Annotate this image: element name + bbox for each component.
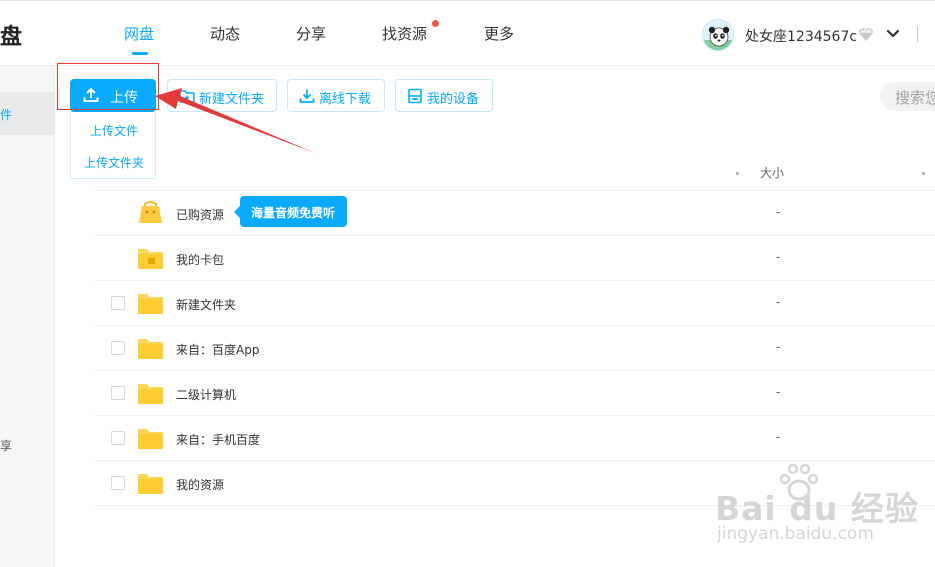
row-checkbox[interactable] — [111, 341, 125, 355]
nav-tab-activity[interactable]: 动态 — [210, 23, 240, 44]
file-size: - — [776, 295, 781, 309]
file-name[interactable]: 我的资源 — [176, 476, 224, 493]
active-tab-indicator — [132, 52, 148, 55]
sidebar-item-label[interactable]: 件 — [0, 106, 12, 123]
vip-diamond-icon[interactable] — [858, 27, 874, 42]
username[interactable]: 处女座1234567c — [745, 26, 857, 46]
file-name[interactable]: 二级计算机 — [176, 386, 236, 403]
folder-icon — [138, 474, 163, 494]
column-handle-dot — [736, 172, 739, 175]
file-size: - — [776, 430, 781, 444]
my-devices-button[interactable]: 我的设备 — [395, 79, 493, 112]
upload-button[interactable]: 上传 — [70, 79, 156, 112]
file-row[interactable]: 我的资源 — [95, 460, 935, 505]
row-checkbox[interactable] — [111, 476, 125, 490]
file-row[interactable]: 来自：百度App - — [95, 325, 935, 370]
free-audio-tooltip: 海量音频免费听 — [234, 196, 347, 227]
table-divider — [95, 505, 935, 506]
folder-icon — [138, 429, 163, 449]
panda-avatar-icon — [703, 26, 733, 50]
file-row[interactable]: 二级计算机 - — [95, 370, 935, 415]
file-size: - — [776, 385, 781, 399]
upload-folder-option[interactable]: 上传文件夹 — [71, 154, 157, 171]
my-devices-label: 我的设备 — [427, 92, 480, 107]
app-window: 盘 网盘 动态 分享 找资源 更多 处女座1234567c 件 享 上传 新建文… — [0, 0, 935, 567]
file-row-purchased-resources[interactable]: 已购资源 - — [95, 190, 935, 235]
left-sidebar — [0, 66, 55, 567]
upload-dropdown-menu: 上传文件 上传文件夹 — [70, 112, 156, 179]
offline-download-button[interactable]: 离线下载 — [287, 79, 385, 112]
folder-icon — [138, 339, 163, 359]
file-list: 已购资源 - 我的卡包 - 新建文件夹 - 来自：百度App - 二级计算机 -… — [95, 190, 935, 505]
folder-icon — [138, 384, 163, 404]
row-checkbox[interactable] — [111, 431, 125, 445]
avatar[interactable] — [702, 19, 734, 51]
chevron-down-icon[interactable] — [886, 28, 900, 40]
notification-dot — [432, 20, 439, 27]
purchased-resources-icon — [139, 201, 162, 223]
file-size: - — [776, 205, 781, 219]
upload-button-label: 上传 — [110, 90, 138, 106]
new-folder-label: 新建文件夹 — [199, 92, 265, 107]
nav-tab-more[interactable]: 更多 — [484, 23, 514, 44]
folder-icon — [138, 294, 163, 314]
row-checkbox[interactable] — [111, 296, 125, 310]
file-name[interactable]: 来自：手机百度 — [176, 431, 260, 448]
file-name[interactable]: 我的卡包 — [176, 251, 224, 268]
file-name[interactable]: 已购资源 — [176, 206, 224, 223]
file-row-card-wallet[interactable]: 我的卡包 - — [95, 235, 935, 280]
nav-tab-netdisk[interactable]: 网盘 — [124, 23, 154, 44]
search-input[interactable]: 搜索您 — [880, 82, 935, 111]
file-name[interactable]: 新建文件夹 — [176, 296, 236, 313]
file-size: - — [776, 250, 781, 264]
size-column-header[interactable]: 大小 — [760, 164, 784, 181]
file-size: - — [776, 340, 781, 354]
new-folder-icon — [179, 90, 195, 103]
nav-tab-share[interactable]: 分享 — [296, 23, 326, 44]
device-icon — [408, 88, 422, 104]
file-name[interactable]: 来自：百度App — [176, 341, 259, 358]
file-row[interactable]: 来自：手机百度 - — [95, 415, 935, 460]
brand-logo[interactable]: 盘 — [0, 19, 22, 51]
upload-icon — [83, 88, 99, 102]
file-row[interactable]: 新建文件夹 - — [95, 280, 935, 325]
sidebar-item-share-label[interactable]: 享 — [0, 437, 12, 454]
header-divider — [917, 26, 918, 42]
new-folder-button[interactable]: 新建文件夹 — [167, 79, 277, 112]
row-checkbox[interactable] — [111, 386, 125, 400]
top-navigation-bar: 盘 网盘 动态 分享 找资源 更多 处女座1234567c — [0, 0, 935, 66]
download-icon — [299, 89, 315, 103]
column-handle-dot — [922, 172, 925, 175]
offline-download-label: 离线下载 — [319, 92, 372, 107]
nav-tab-find-resources[interactable]: 找资源 — [382, 23, 427, 44]
upload-file-option[interactable]: 上传文件 — [71, 122, 157, 139]
watermark-url-text: jingyan.baidu.com — [717, 524, 874, 544]
card-wallet-icon — [138, 249, 163, 269]
